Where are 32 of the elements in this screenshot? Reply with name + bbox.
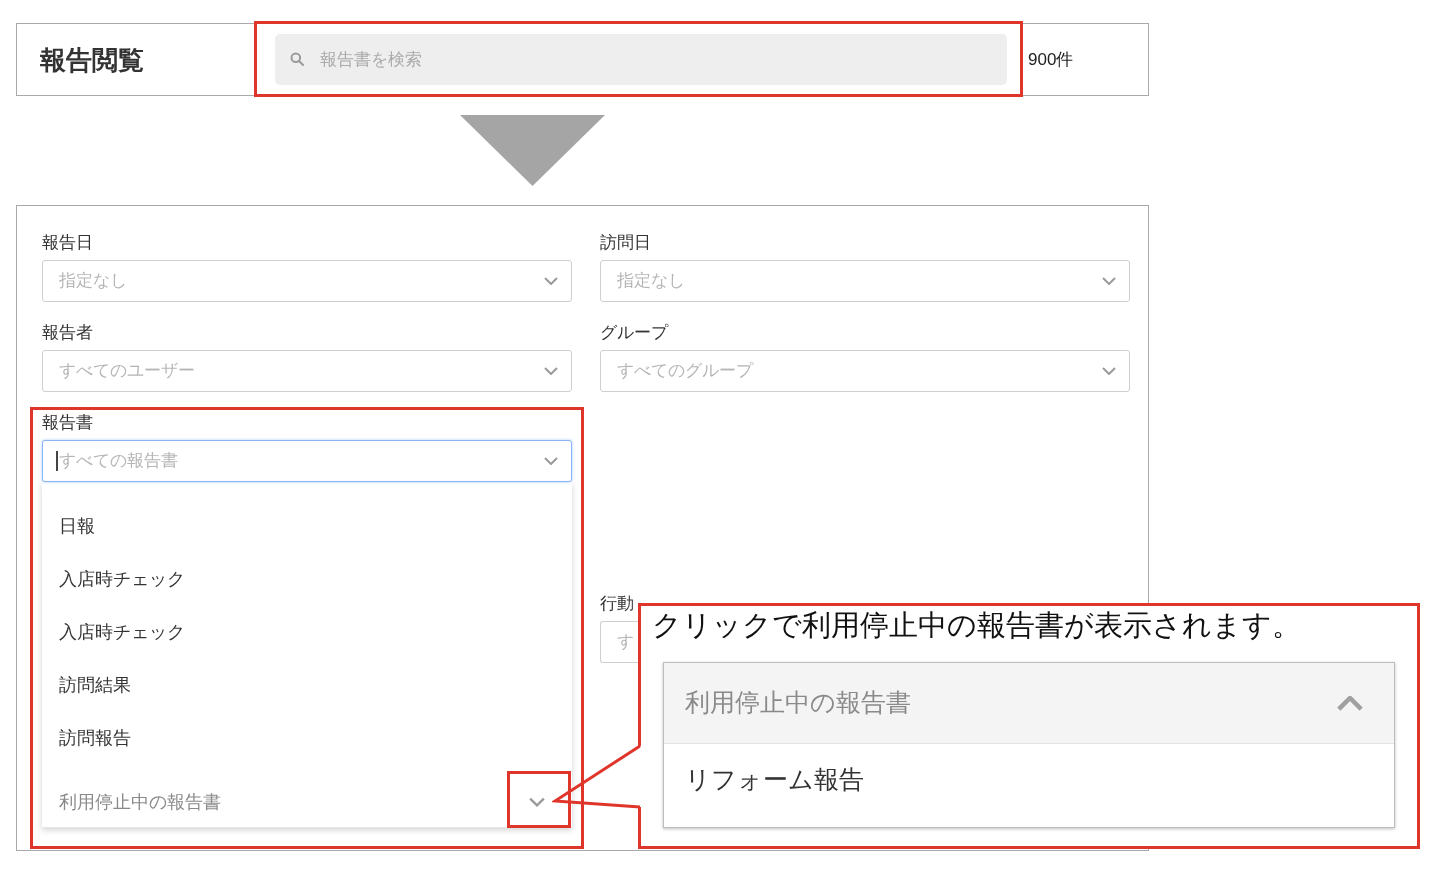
text-cursor-icon (56, 451, 58, 471)
chevron-down-icon (544, 367, 558, 375)
field-label: 報告書 (42, 412, 93, 434)
dropdown-option[interactable]: リフォーム報告 (664, 744, 1394, 827)
callout-text: クリックで利用停止中の報告書が表示されます。 (652, 608, 1301, 642)
select-field[interactable]: 指定なし (42, 260, 572, 302)
chevron-down-icon (544, 457, 558, 465)
chevron-up-icon (1337, 695, 1363, 711)
field-label: グループ (600, 322, 668, 344)
select-field[interactable]: 指定なし (600, 260, 1130, 302)
chevron-down-icon (544, 277, 558, 285)
select-field[interactable]: すべてのグループ (600, 350, 1130, 392)
chevron-down-icon (1102, 367, 1116, 375)
field-label: 報告日 (42, 232, 93, 254)
field-label: 報告者 (42, 322, 93, 344)
chevron-down-icon (529, 797, 545, 807)
dropdown-option[interactable]: 入店時チェック (42, 606, 572, 659)
dropdown-option[interactable]: 入店時チェック (42, 553, 572, 606)
select-field[interactable]: すべてのユーザー (42, 350, 572, 392)
field-label: 行動 (600, 593, 634, 615)
down-triangle-icon (460, 115, 605, 186)
chevron-down-icon (1102, 277, 1116, 285)
select-field[interactable]: す (600, 621, 638, 663)
search-field[interactable]: 報告書を検索 (275, 34, 1007, 85)
search-icon (290, 52, 304, 66)
field-label: 訪問日 (600, 232, 651, 254)
dropdown-option[interactable]: 訪問報告 (42, 712, 572, 765)
dropdown-option[interactable]: 訪問結果 (42, 659, 572, 712)
page-title: 報告閲覧 (40, 44, 144, 75)
dropdown-option[interactable]: 日報 (42, 500, 572, 553)
result-count: 900件 (1028, 48, 1074, 71)
select-field[interactable]: すべての報告書 (42, 440, 572, 482)
